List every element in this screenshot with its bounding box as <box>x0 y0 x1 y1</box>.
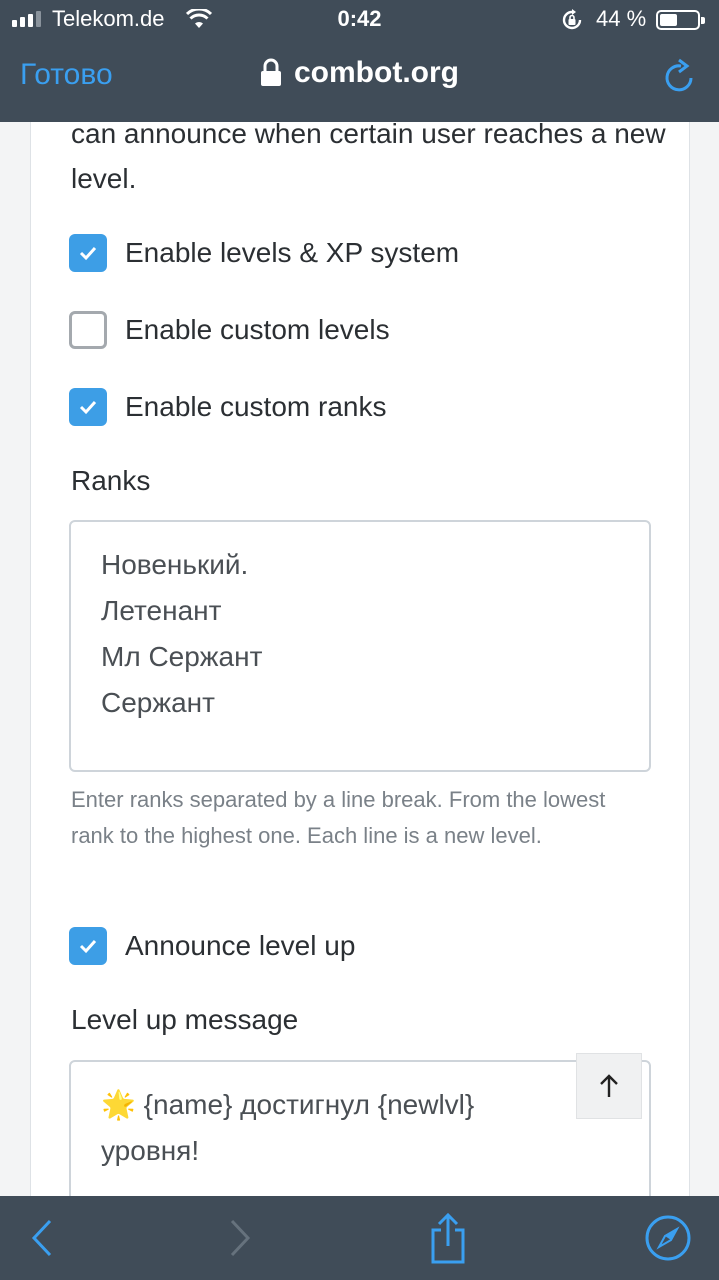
checkbox-enable-levels[interactable]: Enable levels & XP system <box>69 234 459 272</box>
message-line: 🌟 {name} достигнул {newlvl} <box>101 1082 619 1128</box>
check-icon <box>79 246 97 261</box>
star-emoji-icon: 🌟 <box>101 1089 136 1120</box>
checkbox[interactable] <box>69 388 107 426</box>
intro-text: can announce when certain user reaches a… <box>71 122 666 194</box>
checkbox[interactable] <box>69 311 107 349</box>
checkbox-label[interactable]: Enable custom levels <box>125 314 390 346</box>
arrow-up-icon <box>600 1074 618 1097</box>
rank-line: Новенький. <box>101 549 249 580</box>
checkbox[interactable] <box>69 234 107 272</box>
status-bar: Telekom.de 0:42 44 % <box>0 0 719 42</box>
checkbox[interactable] <box>69 927 107 965</box>
bottom-toolbar <box>0 1196 719 1280</box>
share-icon <box>431 1212 465 1264</box>
checkbox-enable-custom-ranks[interactable]: Enable custom ranks <box>69 388 386 426</box>
message-text: {name} достигнул {newlvl} <box>143 1089 475 1120</box>
level-up-message-textarea[interactable]: 🌟 {name} достигнул {newlvl} уровня! <box>69 1060 651 1196</box>
safari-button[interactable] <box>640 1210 696 1266</box>
checkbox-label[interactable]: Enable levels & XP system <box>125 237 459 269</box>
forward-button[interactable] <box>220 1210 260 1266</box>
ranks-label: Ranks <box>71 465 151 496</box>
url-text: combot.org <box>294 56 459 89</box>
address-bar[interactable]: combot.org <box>0 56 719 90</box>
scroll-to-top-button[interactable] <box>576 1053 642 1119</box>
rank-line: Мл Сержант <box>101 641 263 672</box>
battery-icon <box>656 10 705 30</box>
share-button[interactable] <box>424 1210 472 1266</box>
compass-icon <box>645 1215 691 1261</box>
ranks-textarea[interactable]: Новенький. Летенант Мл Сержант Сержант <box>69 520 651 772</box>
rotation-lock-icon <box>562 9 582 30</box>
rank-line: Летенант <box>101 595 222 626</box>
settings-card: can announce when certain user reaches a… <box>30 122 690 1196</box>
reload-icon[interactable] <box>664 58 696 94</box>
message-line: уровня! <box>101 1135 200 1166</box>
checkbox-label[interactable]: Announce level up <box>125 930 355 962</box>
checkbox-announce-level-up[interactable]: Announce level up <box>69 927 355 965</box>
lock-icon <box>261 58 281 86</box>
check-icon <box>79 400 97 415</box>
rank-line: Сержант <box>101 687 215 718</box>
checkbox-label[interactable]: Enable custom ranks <box>125 391 386 423</box>
ranks-help-text: Enter ranks separated by a line break. F… <box>71 787 606 848</box>
checkbox-enable-custom-levels[interactable]: Enable custom levels <box>69 311 390 349</box>
back-icon <box>31 1219 52 1257</box>
forward-icon <box>230 1219 251 1257</box>
battery-percent: 44 % <box>596 6 647 31</box>
check-icon <box>79 939 97 954</box>
page-content[interactable]: can announce when certain user reaches a… <box>0 122 719 1196</box>
level-up-message-label: Level up message <box>71 1004 299 1035</box>
back-button[interactable] <box>22 1210 62 1266</box>
browser-header: Telekom.de 0:42 44 % Готово combot.org <box>0 0 719 122</box>
